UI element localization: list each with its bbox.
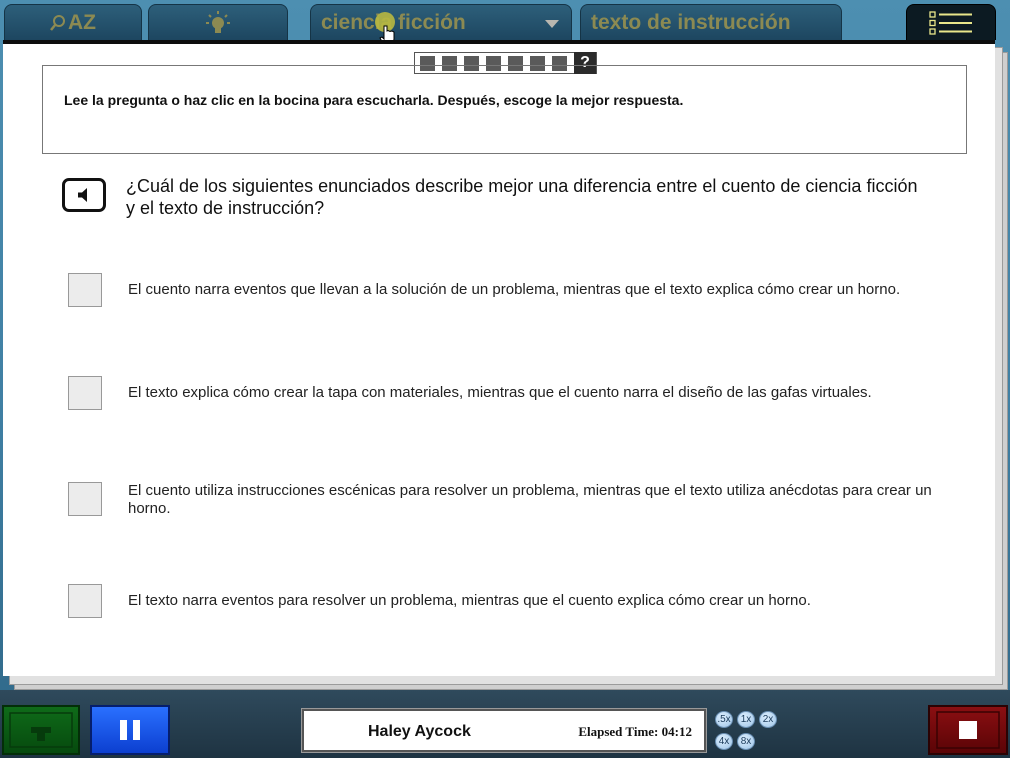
elapsed-time: Elapsed Time: 04:12	[578, 724, 692, 740]
speed-1x[interactable]: 1x	[737, 711, 755, 728]
magnifier-icon	[50, 14, 65, 31]
answer-checkbox[interactable]	[68, 584, 102, 618]
instructions-box: Lee la pregunta o haz clic en la bocina …	[42, 65, 967, 154]
status-panel: Haley Aycock Elapsed Time: 04:12	[301, 708, 707, 753]
speed-4x[interactable]: 4x	[715, 733, 733, 750]
stop-button[interactable]	[928, 705, 1008, 755]
tab-menu[interactable]	[906, 4, 996, 40]
speaker-button[interactable]	[62, 178, 106, 212]
tab-passage-science-fiction[interactable]: ciencia ficción	[310, 4, 572, 40]
glossary-search: AZ	[50, 11, 96, 35]
tab-glossary[interactable]: AZ	[4, 4, 142, 40]
highlighter-icon	[9, 712, 73, 748]
stop-icon	[936, 711, 1000, 749]
pause-button[interactable]	[90, 705, 170, 755]
pause-icon	[120, 720, 140, 740]
list-menu-icon	[929, 10, 972, 35]
answer-text[interactable]: El texto narra eventos para resolver un …	[128, 592, 943, 610]
green-button[interactable]	[2, 705, 80, 755]
chevron-down-icon[interactable]	[545, 20, 559, 28]
lightbulb-icon	[206, 10, 230, 33]
answer-text[interactable]: El texto explica cómo crear la tapa con …	[128, 384, 943, 402]
answer-text[interactable]: El cuento utiliza instrucciones escénica…	[128, 482, 943, 518]
answer-checkbox[interactable]	[68, 482, 102, 516]
elapsed-label: Elapsed Time:	[578, 724, 659, 739]
passage-2-label: texto de instrucción	[591, 10, 791, 34]
answer-text[interactable]: El cuento narra eventos que llevan a la …	[128, 281, 943, 299]
speaker-icon	[78, 188, 87, 202]
answer-checkbox[interactable]	[68, 376, 102, 410]
tab-passage-instructional-text[interactable]: texto de instrucción	[580, 4, 842, 40]
tab-hint[interactable]	[148, 4, 288, 40]
instructions-text: Lee la pregunta o haz clic en la bocina …	[64, 92, 684, 108]
student-name: Haley Aycock	[368, 723, 471, 740]
glossary-label: AZ	[68, 10, 96, 34]
speed-half[interactable]: .5x	[715, 711, 733, 728]
speed-8x[interactable]: 8x	[737, 733, 755, 750]
answer-checkbox[interactable]	[68, 273, 102, 307]
elapsed-value: 04:12	[661, 724, 692, 739]
question-text: ¿Cuál de los siguientes enunciados descr…	[126, 176, 918, 218]
speed-2x[interactable]: 2x	[759, 711, 777, 728]
